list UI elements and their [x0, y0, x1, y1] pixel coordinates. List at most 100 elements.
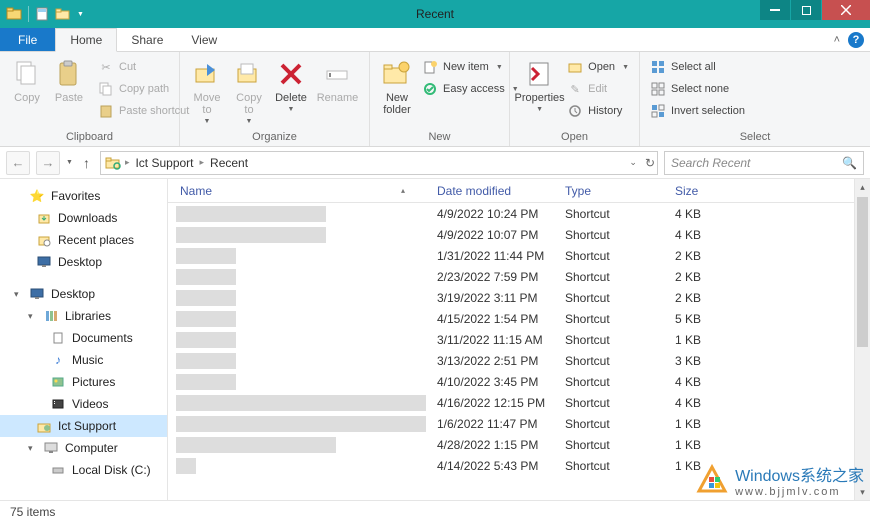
expand-icon[interactable]: ▾	[14, 289, 23, 300]
qat-newfolder-icon[interactable]	[55, 6, 71, 22]
new-item-button[interactable]: New item▼	[418, 58, 523, 76]
rename-button[interactable]: Rename	[312, 56, 363, 106]
sidebar-local-disk[interactable]: Local Disk (C:)	[0, 459, 167, 481]
history-icon	[567, 103, 583, 119]
back-button[interactable]: ←	[6, 151, 30, 175]
breadcrumb-recent[interactable]: Recent	[208, 156, 250, 170]
search-icon: 🔍	[842, 156, 857, 170]
move-to-icon	[191, 58, 223, 90]
edit-icon: ✎	[567, 81, 583, 97]
sidebar-downloads[interactable]: Downloads	[0, 207, 167, 229]
column-name[interactable]: Name▴	[168, 184, 425, 198]
invert-selection-button[interactable]: Invert selection	[646, 102, 749, 120]
open-button[interactable]: Open▼	[563, 58, 633, 76]
copy-button[interactable]: Copy	[6, 56, 48, 106]
paste-label: Paste	[55, 92, 83, 104]
close-button[interactable]	[822, 0, 870, 20]
sidebar: ⭐Favorites Downloads Recent places Deskt…	[0, 179, 168, 500]
delete-icon	[275, 58, 307, 90]
watermark-text1b: 系统之家	[800, 468, 864, 485]
tab-share[interactable]: Share	[117, 28, 177, 51]
new-item-icon	[422, 59, 438, 75]
tab-home[interactable]: Home	[55, 28, 117, 52]
move-to-button[interactable]: Move to▼	[186, 56, 228, 127]
tab-view[interactable]: View	[177, 28, 231, 51]
up-button[interactable]: ↑	[79, 155, 94, 171]
table-row[interactable]: 4/10/2022 3:45 PMShortcut4 KB	[168, 371, 870, 392]
paste-button[interactable]: Paste	[48, 56, 90, 106]
help-icon[interactable]: ?	[848, 32, 864, 48]
address-dropdown-icon[interactable]: ⌄	[629, 157, 637, 168]
easy-access-button[interactable]: Easy access▼	[418, 80, 523, 98]
item-count: 75 items	[10, 505, 55, 519]
sidebar-documents[interactable]: Documents	[0, 327, 167, 349]
sidebar-recent-places[interactable]: Recent places	[0, 229, 167, 251]
file-list: Name▴ Date modified Type Size 4/9/2022 1…	[168, 179, 870, 500]
table-row[interactable]: 3/13/2022 2:51 PMShortcut3 KB	[168, 350, 870, 371]
forward-button[interactable]: →	[36, 151, 60, 175]
select-none-button[interactable]: Select none	[646, 80, 749, 98]
recent-places-icon	[36, 232, 52, 248]
copy-path-button[interactable]: Copy path	[94, 80, 193, 98]
table-row[interactable]: 3/19/2022 3:11 PMShortcut2 KB	[168, 287, 870, 308]
table-row[interactable]: 4/9/2022 10:07 PMShortcut4 KB	[168, 224, 870, 245]
table-row[interactable]: 1/6/2022 11:47 PMShortcut1 KB	[168, 413, 870, 434]
statusbar: 75 items	[0, 500, 870, 522]
sidebar-desktop[interactable]: ▾Desktop	[0, 283, 167, 305]
copy-to-button[interactable]: Copy to▼	[228, 56, 270, 127]
column-date[interactable]: Date modified	[425, 184, 553, 198]
sidebar-favorites[interactable]: ⭐Favorites	[0, 185, 167, 207]
downloads-icon	[36, 210, 52, 226]
expand-icon[interactable]: ▾	[28, 443, 37, 454]
column-type[interactable]: Type	[553, 184, 663, 198]
search-placeholder: Search Recent	[671, 156, 750, 170]
history-dropdown-icon[interactable]: ▼	[66, 159, 73, 166]
address-bar[interactable]: ▸ Ict Support ▸ Recent ⌄ ↻	[100, 151, 658, 175]
sidebar-desktop-fav[interactable]: Desktop	[0, 251, 167, 273]
desktop-icon	[36, 254, 52, 270]
vertical-scrollbar[interactable]: ▴ ▾	[854, 179, 870, 500]
search-input[interactable]: Search Recent 🔍	[664, 151, 864, 175]
sidebar-ict-support[interactable]: Ict Support	[0, 415, 167, 437]
new-folder-button[interactable]: New folder	[376, 56, 418, 118]
watermark-text1: Windows	[735, 468, 800, 485]
properties-icon	[524, 58, 556, 90]
edit-button[interactable]: ✎Edit	[563, 80, 633, 98]
table-row[interactable]: 4/16/2022 12:15 PMShortcut4 KB	[168, 392, 870, 413]
breadcrumb-ict-support[interactable]: Ict Support	[133, 156, 195, 170]
paste-shortcut-icon	[98, 103, 114, 119]
history-button[interactable]: History	[563, 102, 633, 120]
select-all-button[interactable]: Select all	[646, 58, 749, 76]
chevron-right-icon[interactable]: ▸	[125, 157, 130, 168]
scrollbar-thumb[interactable]	[857, 197, 868, 347]
collapse-ribbon-icon[interactable]: ˄	[834, 34, 840, 46]
table-row[interactable]: 1/31/2022 11:44 PMShortcut2 KB	[168, 245, 870, 266]
chevron-right-icon[interactable]: ▸	[200, 157, 205, 168]
properties-button[interactable]: Properties▼	[516, 56, 563, 115]
rename-icon	[321, 58, 353, 90]
qat-properties-icon[interactable]	[35, 6, 51, 22]
table-row[interactable]: 3/11/2022 11:15 AMShortcut1 KB	[168, 329, 870, 350]
table-row[interactable]: 2/23/2022 7:59 PMShortcut2 KB	[168, 266, 870, 287]
sidebar-computer[interactable]: ▾Computer	[0, 437, 167, 459]
table-row[interactable]: 4/15/2022 1:54 PMShortcut5 KB	[168, 308, 870, 329]
navbar: ← → ▼ ↑ ▸ Ict Support ▸ Recent ⌄ ↻ Searc…	[0, 147, 870, 179]
sidebar-music[interactable]: ♪Music	[0, 349, 167, 371]
table-row[interactable]: 4/9/2022 10:24 PMShortcut4 KB	[168, 203, 870, 224]
sidebar-pictures[interactable]: Pictures	[0, 371, 167, 393]
minimize-button[interactable]	[760, 0, 790, 20]
maximize-button[interactable]	[791, 0, 821, 20]
refresh-icon[interactable]: ↻	[645, 156, 655, 170]
sidebar-libraries[interactable]: ▾Libraries	[0, 305, 167, 327]
scroll-up-icon[interactable]: ▴	[855, 179, 870, 195]
table-row[interactable]: 4/28/2022 1:15 PMShortcut1 KB	[168, 434, 870, 455]
cut-button[interactable]: ✂Cut	[94, 58, 193, 76]
expand-icon[interactable]: ▾	[28, 311, 37, 322]
delete-button[interactable]: Delete▼	[270, 56, 312, 115]
paste-shortcut-button[interactable]: Paste shortcut	[94, 102, 193, 120]
column-size[interactable]: Size	[663, 184, 753, 198]
titlebar: ▼ Recent	[0, 0, 870, 28]
sidebar-videos[interactable]: Videos	[0, 393, 167, 415]
qat-dropdown-icon[interactable]: ▼	[77, 11, 84, 18]
file-tab[interactable]: File	[0, 28, 55, 51]
